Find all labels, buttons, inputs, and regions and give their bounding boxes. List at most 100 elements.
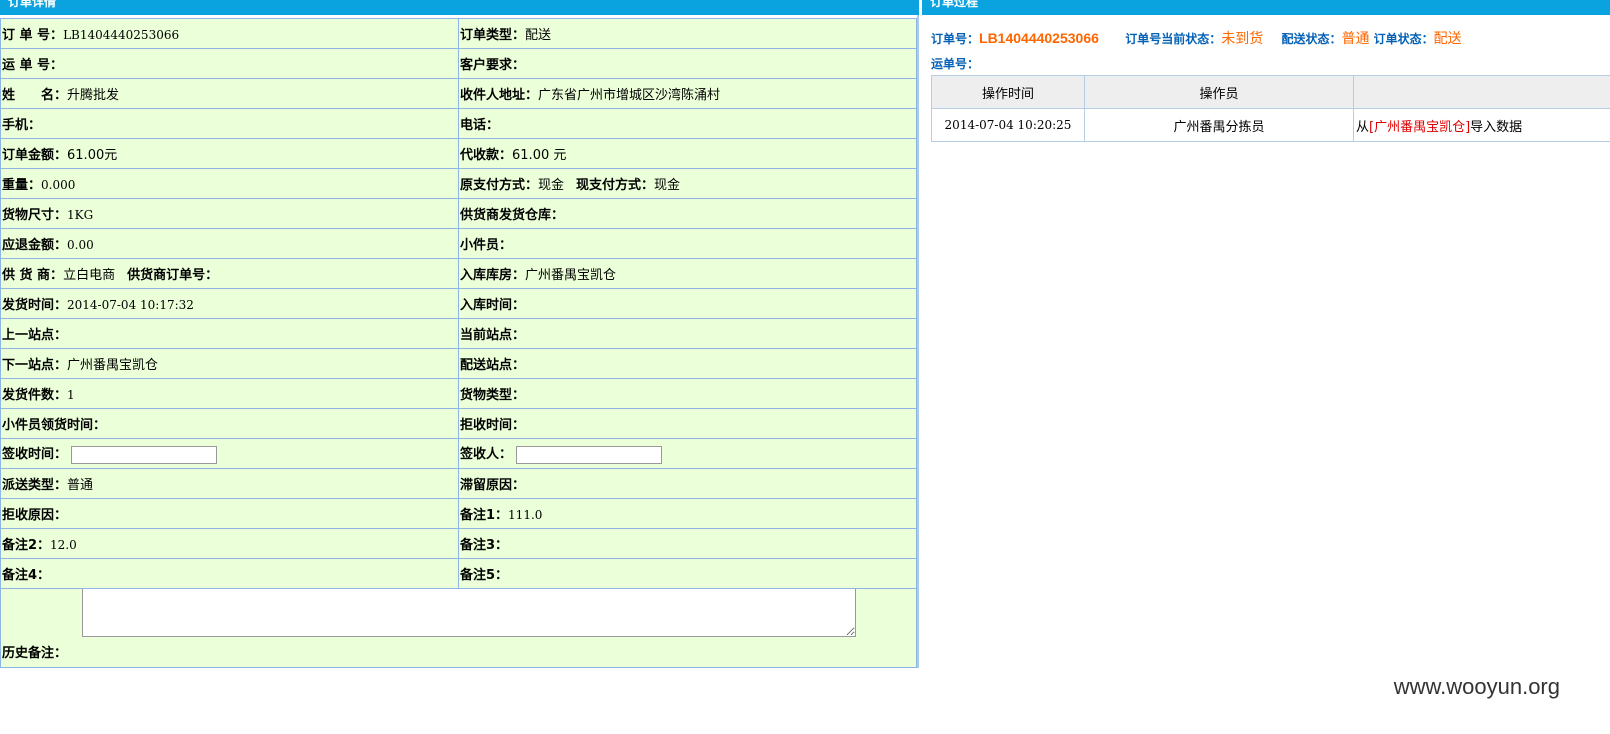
field-value: 12.0 <box>50 538 77 552</box>
delivery-status-value: 普通 <box>1341 31 1370 47</box>
waybill-line: 运单号： <box>931 55 979 72</box>
watermark: www.wooyun.org <box>1393 674 1560 699</box>
detail-row: 备注4： 备注5： <box>0 558 917 589</box>
field-label: 备注2： <box>2 538 51 553</box>
detail-cell: 应退金额：0.00 <box>0 228 459 259</box>
detail-cell: 订单金额：61.00元 <box>0 138 459 169</box>
event-warehouse: [广州番禺宝凯仓] <box>1369 119 1471 135</box>
operation-log-row: 2014-07-04 10:20:25 广州番禺分拣员 从[广州番禺宝凯仓]导入数据 <box>931 108 1610 142</box>
detail-cell: 收件人地址：广东省广州市增城区沙湾陈涌村 <box>458 78 917 109</box>
field-label: 原支付方式： <box>460 178 539 193</box>
field-label: 手机： <box>2 118 42 133</box>
history-remarks-textarea[interactable] <box>82 589 856 637</box>
detail-cell: 备注5： <box>458 558 917 589</box>
detail-cell: 下一站点：广州番禺宝凯仓 <box>0 348 459 379</box>
detail-row: 发货件数：1 货物类型： <box>0 378 917 409</box>
field-label: 发货时间： <box>2 298 68 313</box>
detail-row: 小件员领货时间： 拒收时间： <box>0 408 917 439</box>
field-label: 供 货 商： <box>2 268 64 283</box>
field-value: 立白电商 <box>63 268 116 283</box>
detail-cell: 配送站点： <box>458 348 917 379</box>
field-value: 61.00 元 <box>512 148 567 163</box>
field-label: 小件员领货时间： <box>2 418 107 433</box>
operation-log-header-row: 操作时间 操作员 事 <box>931 75 1610 109</box>
order-detail-table: 订 单 号：LB1404440253066 订单类型：配送运 单 号： 客户要求：姓… <box>0 18 917 668</box>
field-label: 小件员： <box>460 238 513 253</box>
field-label: 运 单 号： <box>2 58 64 73</box>
field-label: 备注4： <box>2 568 51 583</box>
history-row: 历史备注： <box>0 588 917 668</box>
detail-cell: 供 货 商：立白电商 供货商订单号： <box>0 258 459 289</box>
field-label: 供货商发货仓库： <box>460 208 565 223</box>
detail-cell: 拒收时间： <box>458 408 917 439</box>
history-wrap: 历史备注： <box>2 589 916 661</box>
detail-row: 重量：0.000 原支付方式：现金 现支付方式：现金 <box>0 168 917 199</box>
detail-row: 备注2：12.0 备注3： <box>0 528 917 559</box>
field-label: 备注5： <box>460 568 509 583</box>
field-value: 61.00元 <box>67 148 118 163</box>
detail-cell: 发货时间：2014-07-04 10:17:32 <box>0 288 459 319</box>
detail-cell: 订单类型：配送 <box>458 18 917 49</box>
field-value: 广州番禺宝凯仓 <box>67 358 159 373</box>
field-label: 拒收时间： <box>460 418 526 433</box>
order-process-title: 订单过程 <box>930 0 979 9</box>
history-label: 历史备注： <box>2 646 68 661</box>
signer-input[interactable] <box>516 445 663 464</box>
field-value: 1 <box>67 388 75 402</box>
detail-row: 手机： 电话： <box>0 108 917 139</box>
detail-cell: 备注1：111.0 <box>458 498 917 529</box>
detail-row: 货物尺寸：1KG 供货商发货仓库： <box>0 198 917 229</box>
field-label: 代收款： <box>460 148 513 163</box>
detail-cell: 电话： <box>458 108 917 139</box>
field-label: 备注3： <box>460 538 509 553</box>
field-label: 入库时间： <box>460 298 526 313</box>
detail-row: 下一站点：广州番禺宝凯仓 配送站点： <box>0 348 917 379</box>
field-label: 供货商订单号： <box>127 268 219 283</box>
field-label: 货物类型： <box>460 388 526 403</box>
delivery-status-label: 配送状态： <box>1281 32 1342 46</box>
detail-cell: 签收人： <box>458 438 917 469</box>
detail-cell: 备注4： <box>0 558 459 589</box>
field-label: 拒收原因： <box>2 508 68 523</box>
order-detail-header: 订单详情 <box>0 0 919 15</box>
history-cell: 历史备注： <box>0 588 917 668</box>
detail-cell: 手机： <box>0 108 459 139</box>
order-detail-title: 订单详情 <box>8 0 57 9</box>
field-value: 配送 <box>525 28 552 43</box>
operation-time-cell: 2014-07-04 10:20:25 <box>931 108 1085 142</box>
field-label: 当前站点： <box>460 328 526 343</box>
detail-row: 姓 名：升腾批发 收件人地址：广东省广州市增城区沙湾陈涌村 <box>0 78 917 109</box>
detail-row: 运 单 号： 客户要求： <box>0 48 917 79</box>
detail-row: 拒收原因： 备注1：111.0 <box>0 498 917 529</box>
field-value: LB1404440253066 <box>63 28 180 42</box>
detail-cell: 订 单 号：LB1404440253066 <box>0 18 459 49</box>
field-label: 货物尺寸： <box>2 208 68 223</box>
event-cell: 从[广州番禺宝凯仓]导入数据 <box>1353 108 1610 142</box>
field-label: 滞留原因： <box>460 478 526 493</box>
detail-cell: 供货商发货仓库： <box>458 198 917 229</box>
field-value: 2014-07-04 10:17:32 <box>67 298 194 312</box>
detail-cell: 代收款：61.00 元 <box>458 138 917 169</box>
col-operator: 操作员 <box>1084 75 1354 109</box>
field-label: 签收人： <box>460 447 513 463</box>
field-label: 现支付方式： <box>576 178 655 193</box>
field-label: 派送类型： <box>2 478 68 493</box>
detail-cell: 货物类型： <box>458 378 917 409</box>
event-suffix: 导入数据 <box>1470 119 1523 135</box>
detail-row: 供 货 商：立白电商 供货商订单号： 入库库房：广州番禺宝凯仓 <box>0 258 917 289</box>
field-label: 配送站点： <box>460 358 526 373</box>
detail-row: 派送类型：普通 滞留原因： <box>0 468 917 499</box>
order-status-label: 订单状态： <box>1373 32 1434 46</box>
detail-cell: 滞留原因： <box>458 468 917 499</box>
order-process-header: 订单过程 <box>922 0 1610 15</box>
sign-time-input[interactable] <box>71 445 218 464</box>
current-status-value: 未到货 <box>1221 31 1264 47</box>
field-value: 0.000 <box>41 178 76 192</box>
field-value: 现金 <box>538 178 565 193</box>
detail-row: 上一站点： 当前站点： <box>0 318 917 349</box>
field-label: 电话： <box>460 118 500 133</box>
event-prefix: 从 <box>1356 119 1370 135</box>
field-value: 升腾批发 <box>67 88 120 103</box>
field-label: 下一站点： <box>2 358 68 373</box>
field-label: 订单类型： <box>460 28 526 43</box>
